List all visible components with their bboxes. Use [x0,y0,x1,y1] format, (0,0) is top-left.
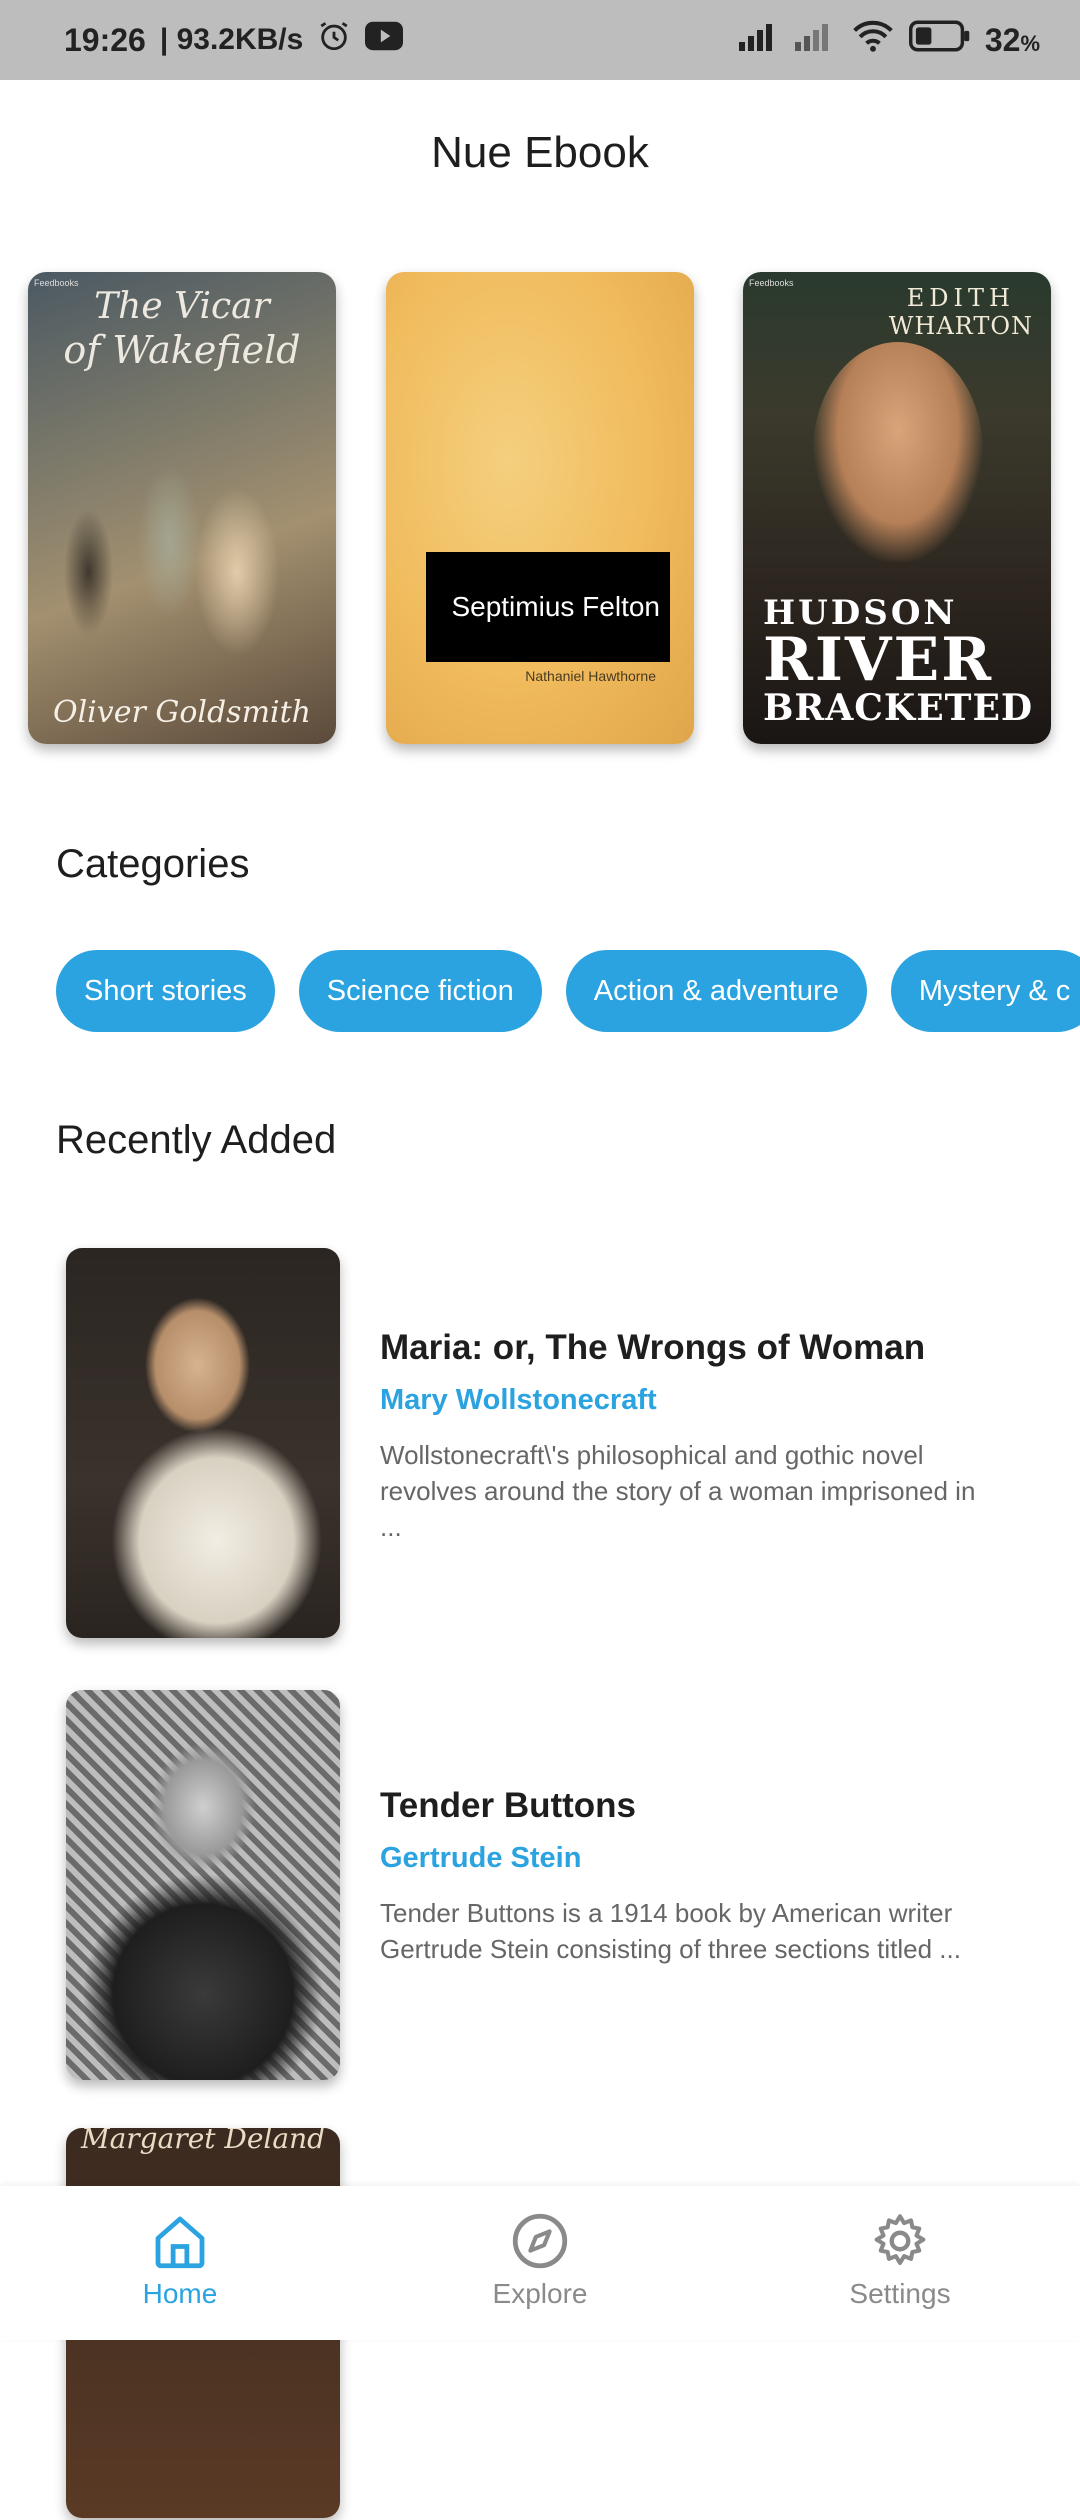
cover-author: Margaret Deland [80,2128,326,2155]
book-cover-thumbnail [66,1248,340,1638]
featured-book-septimius-felton[interactable]: Septimius Felton Nathaniel Hawthorne [386,272,694,744]
cover-title: HUDSON RIVER BRACKETED [763,593,1034,729]
list-item[interactable]: Tender Buttons Gertrude Stein Tender But… [0,1690,1080,2082]
featured-book-hudson-river-bracketed[interactable]: Feedbooks EDITH WHARTON HUDSON RIVER BRA… [743,272,1051,744]
book-info: Tender Buttons Gertrude Stein Tender But… [380,1786,1000,1967]
featured-carousel: Feedbooks The Vicar of Wakefield Oliver … [0,272,1080,748]
book-title: Tender Buttons [380,1786,637,1825]
signal-icon-2 [794,20,837,60]
book-description: Tender Buttons is a 1914 book by America… [380,1898,961,1964]
home-icon [80,2208,280,2274]
nav-label: Home [142,2278,218,2309]
book-description: Wollstonecraft\'s philosophical and goth… [380,1440,976,1542]
cover-portrait [813,342,983,562]
compass-icon [440,2208,640,2274]
book-author: Mary Wollstonecraft [380,1384,657,1416]
publisher-logo: Feedbooks [749,278,794,288]
list-item[interactable]: Maria: or, The Wrongs of Woman Mary Woll… [0,1248,1080,1640]
category-chip-short-stories[interactable]: Short stories [56,950,275,1032]
categories-heading: Categories [56,842,250,886]
network-speed: | 93.2KB/s [159,23,304,56]
cover-author: Oliver Goldsmith [52,695,311,730]
category-chips: Short stories Science fiction Action & adv… [56,950,1080,1032]
nav-home[interactable]: Home [80,2208,280,2310]
cover-title: Septimius Felton [426,552,670,662]
bottom-navigation: Home Explore Settings [0,2186,1080,2340]
alarm-icon [317,19,351,61]
book-author: Gertrude Stein [380,1842,582,1874]
category-chip-science-fiction[interactable]: Science fiction [298,950,542,1032]
wifi-icon [851,19,895,61]
youtube-icon [365,21,404,59]
featured-book-vicar-of-wakefield[interactable]: Feedbooks The Vicar of Wakefield Oliver … [28,272,336,744]
nav-settings[interactable]: Settings [800,2208,1000,2310]
status-time: 19:26 [64,21,146,58]
category-chip-mystery[interactable]: Mystery & c [890,950,1080,1032]
signal-icon [738,20,781,60]
recently-added-heading: Recently Added [56,1118,337,1162]
cover-title-line1: The Vicar [94,286,270,327]
book-info: Maria: or, The Wrongs of Woman Mary Woll… [380,1328,1000,1545]
status-bar: 19:26 | 93.2KB/s 32% [0,0,1080,80]
cover-author: Nathaniel Hawthorne [525,668,656,684]
app-title: Nue Ebook [431,128,649,177]
cover-illustration [48,362,318,662]
nav-label: Settings [849,2278,951,2309]
book-title: Maria: or, The Wrongs of Woman [380,1328,926,1367]
category-chip-action-adventure[interactable]: Action & adventure [565,950,867,1032]
cover-title-line2: of Wakefield [63,328,301,372]
gear-icon [800,2208,1000,2274]
battery-percent: 32% [984,21,1040,58]
battery-icon [908,20,971,60]
nav-explore[interactable]: Explore [440,2208,640,2310]
nav-label: Explore [492,2278,588,2309]
cover-author: EDITH WHARTON [888,284,1033,340]
book-cover-thumbnail [66,1690,340,2080]
